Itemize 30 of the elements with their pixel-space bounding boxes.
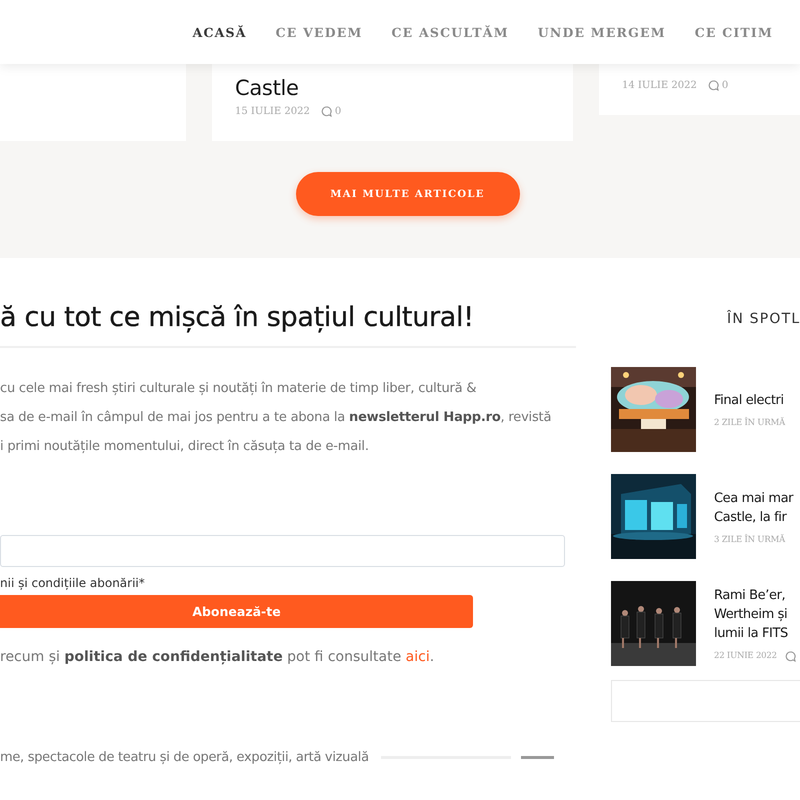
terms-label: nii și condițiile abonării* <box>0 576 146 590</box>
intro-text: sa de e-mail în câmpul de mai jos pentru a te abona la newsletterul Happ.ro, revistă <box>0 409 552 427</box>
spotlight-date: 22 IUNIE 2022 <box>714 651 777 661</box>
more-articles-button[interactable]: MAI MULTE ARTICOLE <box>296 172 520 216</box>
spotlight-title[interactable]: Final electri <box>714 391 786 410</box>
spotlight-date: 3 ZILE ÎN URMĂ <box>714 534 786 544</box>
comment-count: 0 <box>334 106 342 117</box>
article-date: 14 IULIE 2022 <box>622 80 697 91</box>
spotlight-title[interactable]: Cea mai mar Castle, la fir <box>714 488 794 526</box>
comment-icon <box>320 106 332 117</box>
intro-text: cu cele mai fresh știri culturale și noutăți în materie de timp liber, cultură & <box>0 380 476 398</box>
privacy-note: recum și politica de confidențialitate pot fi consultate aici. <box>0 649 436 665</box>
intro-text: i primi noutățile momentului, direct în căsuța ta de e-mail. <box>0 438 369 456</box>
nav-link[interactable]: CE ASCULTĂM <box>392 24 509 40</box>
comment-count: 0 <box>722 80 728 91</box>
email-field[interactable] <box>0 535 565 567</box>
article-date: 15 IULIE 2022 <box>235 106 310 117</box>
spotlight-title[interactable]: Rami Be’er, Wertheim și lumii la FITS <box>714 586 796 642</box>
nav-link[interactable]: ACASĂ <box>192 24 247 40</box>
spotlight-heading: ÎN SPOTL <box>727 311 800 327</box>
nav-link[interactable]: CE CITIM <box>694 24 773 40</box>
subscribe-button[interactable]: Abonează-te <box>0 595 473 628</box>
article-title[interactable]: Castle <box>235 76 550 100</box>
nav-link[interactable]: CE VEDEM <box>276 24 363 40</box>
privacy-link[interactable]: aici <box>406 649 430 665</box>
spotlight-date: 2 ZILE ÎN URMĂ <box>714 418 786 428</box>
nav-link[interactable]: UNDE MERGEM <box>538 24 666 40</box>
newsletter-heading: ă cu tot ce mișcă în spațiul cultural! <box>0 302 475 333</box>
comment-icon <box>708 80 719 91</box>
description-text: me, spectacole de teatru și de operă, expoziții, artă vizuală <box>0 750 369 765</box>
